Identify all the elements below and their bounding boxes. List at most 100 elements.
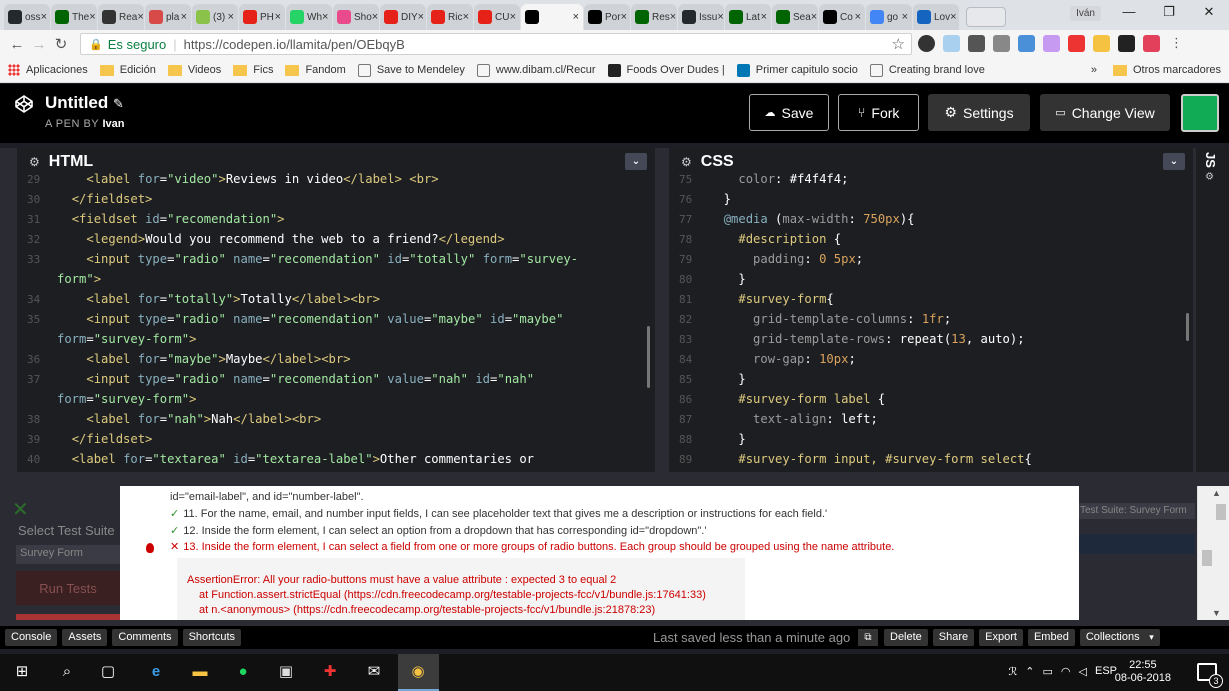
browser-tab[interactable]: × [521,4,583,30]
gift-icon[interactable]: ✚ [320,662,340,682]
code-line[interactable]: form"> [17,269,655,289]
extension-font-icon[interactable] [968,35,985,52]
file-explorer-icon[interactable]: ▬ [190,662,210,682]
close-tests-icon[interactable]: ✕ [12,497,29,522]
bookmark-item[interactable]: Edición [99,64,156,76]
footer-assets-button[interactable]: Assets [62,629,108,646]
code-line[interactable]: 84 row-gap: 10px; [669,349,1193,369]
wifi-icon[interactable]: ◠ [1061,665,1071,678]
test-suite-select[interactable]: Survey Form [16,545,120,564]
extension-pocket-icon[interactable] [1143,35,1160,52]
back-arrow-icon[interactable]: ← [6,36,28,53]
gear-icon[interactable]: ⚙ [681,155,692,169]
browser-tab[interactable]: Ric × [427,4,473,30]
volume-icon[interactable]: ◁ [1079,665,1087,678]
code-line[interactable]: 75 color: #f4f4f4; [669,169,1193,189]
code-line[interactable]: 89 #survey-form input, #survey-form sele… [669,449,1193,469]
code-line[interactable]: 29 <label for="video">Reviews in video</… [17,169,655,189]
bookmark-item[interactable]: www.dibam.cl/Recur [476,63,596,77]
close-tab-icon[interactable]: × [372,11,378,23]
code-line[interactable]: 82 grid-template-columns: 1fr; [669,309,1193,329]
user-avatar[interactable] [1181,94,1219,132]
footer-console-button[interactable]: Console [5,629,58,646]
change-view-button[interactable]: ▭ Change View [1040,94,1170,131]
code-line[interactable]: 37 <input type="radio" name="recomendati… [17,369,655,389]
code-line[interactable]: 88 } [669,429,1193,449]
codepen-logo-icon[interactable] [14,94,34,114]
extension-window-icon[interactable] [1118,35,1135,52]
browser-tab[interactable]: Por × [584,4,630,30]
code-line[interactable]: 39 </fieldset> [17,429,655,449]
pen-title[interactable]: Untitled ✎ [45,93,124,113]
browser-tab[interactable]: PH × [239,4,285,30]
code-line[interactable]: 80 } [669,269,1193,289]
external-link-icon[interactable]: ⧉ [858,629,878,646]
code-line[interactable]: 83 grid-template-rows: repeat(13, auto); [669,329,1193,349]
browser-tab[interactable]: Lat × [725,4,771,30]
code-line[interactable]: 36 <label for="maybe">Maybe</label><br> [17,349,655,369]
people-icon[interactable]: ℛ [1009,665,1018,678]
bookmark-item[interactable]: Fics [233,64,273,76]
left-resize-gutter[interactable] [0,148,17,472]
footer-export-button[interactable]: Export [979,629,1023,646]
chrome-icon[interactable]: ◉ [408,662,428,682]
footer-embed-button[interactable]: Embed [1027,629,1075,646]
test-suite-badge[interactable]: Test Suite: Survey Form [1077,503,1195,519]
fork-button[interactable]: ⑂ Fork [838,94,919,131]
footer-shortcuts-button[interactable]: Shortcuts [182,629,242,646]
footer-delete-button[interactable]: Delete [884,629,928,646]
code-line[interactable]: 31 <fieldset id="recomendation"> [17,209,655,229]
browser-tab[interactable]: go × [866,4,912,30]
close-tab-icon[interactable]: × [573,11,579,23]
code-line[interactable]: 76 } [669,189,1193,209]
scroll-down-icon[interactable]: ▼ [1212,608,1221,618]
browser-tab[interactable]: Rea × [98,4,144,30]
footer-share-button[interactable]: Share [932,629,975,646]
browser-tab[interactable]: Issu × [678,4,724,30]
footer-comments-button[interactable]: Comments [112,629,178,646]
scroll-up-icon[interactable]: ▲ [1212,488,1221,498]
other-bookmarks[interactable]: Otros marcadores [1133,64,1221,76]
html-scrollbar[interactable] [647,326,650,388]
code-line[interactable]: 32 <legend>Would you recommend the web t… [17,229,655,249]
code-line[interactable]: 86 #survey-form label { [669,389,1193,409]
footer-collections-button[interactable]: Collections ▾ [1079,629,1160,646]
results-scrollbar[interactable]: ▲ ▼ [1197,486,1229,620]
run-tests-button[interactable]: Run Tests [16,571,120,605]
mail-icon[interactable]: ✉ [364,662,384,682]
close-tab-icon[interactable]: × [89,11,95,23]
close-tab-icon[interactable]: × [181,11,187,23]
bookmark-item[interactable]: Save to Mendeley [357,63,465,77]
close-tab-icon[interactable]: × [418,11,424,23]
close-tab-icon[interactable]: × [275,11,281,23]
close-tab-icon[interactable]: × [670,11,676,23]
scroll-thumb[interactable] [1216,504,1226,520]
reload-icon[interactable]: ↻ [50,35,72,53]
bookmark-item[interactable]: Fandom [285,64,346,76]
close-tab-icon[interactable]: × [137,11,143,23]
code-line[interactable]: form="survey-form"> [17,329,655,349]
browser-tab[interactable]: Lov × [913,4,959,30]
extension-yellow-icon[interactable] [1093,35,1110,52]
close-tab-icon[interactable]: × [761,11,767,23]
scroll-thumb-secondary[interactable] [1202,550,1212,566]
gear-icon[interactable]: ⚙ [29,155,40,169]
browser-tab[interactable]: Co × [819,4,865,30]
browser-tab[interactable]: CU × [474,4,520,30]
code-line[interactable]: 77 @media (max-width: 750px){ [669,209,1193,229]
settings-button[interactable]: ⚙ Settings [928,94,1030,131]
css-scrollbar[interactable] [1186,313,1189,341]
author-name[interactable]: Ivan [103,118,125,130]
pane-resizer[interactable] [655,148,669,472]
browser-tab[interactable]: oss × [4,4,50,30]
code-line[interactable]: 81 #survey-form{ [669,289,1193,309]
code-line[interactable]: form="survey-form"> [17,389,655,409]
profile-button[interactable]: Iván [1070,6,1101,21]
browser-tab[interactable]: Sho × [333,4,379,30]
search-icon[interactable]: ⌕ [57,662,77,682]
restore-button[interactable]: ❐ [1149,0,1189,26]
close-tab-icon[interactable]: × [621,11,627,23]
close-tab-icon[interactable]: × [717,11,723,23]
browser-tab[interactable]: Sea × [772,4,818,30]
bookmark-item[interactable]: Aplicaciones [8,64,88,76]
